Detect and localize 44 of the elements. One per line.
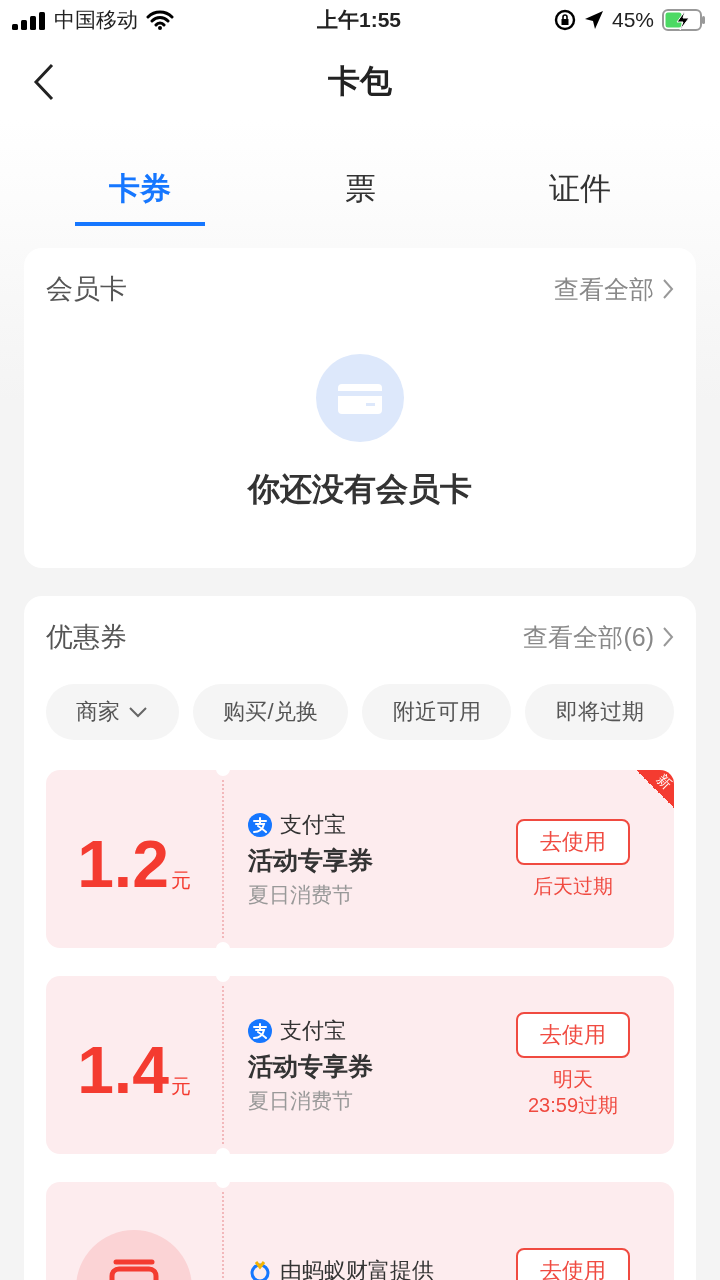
new-badge: 新 [636,770,674,808]
battery-charging-icon [662,9,706,31]
coupon-title: 活动专享券 [248,1050,374,1082]
rotation-lock-icon [553,9,576,31]
tab[interactable]: 卡券 [75,148,205,226]
location-arrow-icon [583,10,604,30]
expiry-text: 后天过期 [533,874,613,899]
provider-logo-icon [248,812,272,837]
provider-logo-icon [248,1259,272,1280]
page-title: 卡包 [328,62,392,101]
currency-unit: 元 [170,1074,191,1099]
section-title: 优惠券 [46,621,127,654]
signal-icon [12,10,46,30]
provider-logo-icon [248,1018,272,1043]
chevron-down-icon [128,706,149,718]
card-icon [316,354,404,442]
coupon-amount: 1.2 [77,826,169,902]
filter-chip[interactable]: 即将过期 [525,684,674,740]
section-title: 会员卡 [46,273,127,306]
tab[interactable]: 票 [295,148,425,226]
view-all-link[interactable]: 查看全部(6) [523,620,674,654]
chevron-right-icon [662,626,674,648]
use-button[interactable]: 去使用 [516,1012,630,1058]
coupon-subtitle: 夏日消费节 [248,881,354,908]
wifi-icon [146,10,174,30]
view-all-link[interactable]: 查看全部 [554,272,674,306]
currency-unit: 元 [170,868,191,893]
filter-chip[interactable]: 商家 [46,684,179,740]
coupon-amount: 1.4 [77,1032,169,1108]
provider-name: 支付宝 [280,1016,346,1045]
chevron-right-icon [662,278,674,300]
filter-chip[interactable]: 附近可用 [362,684,512,740]
expiry-text: 明天 23:59过期 [527,1067,619,1118]
provider-name: 支付宝 [280,810,346,839]
back-icon [33,63,55,101]
filter-chip[interactable]: 购买/兑换 [192,684,349,740]
carrier-name: 中国移动 [54,7,138,33]
empty-message: 你还没有会员卡 [248,470,472,509]
coupon-title: 活动专享券 [248,844,374,876]
status-time: 上午1:55 [317,7,401,33]
coupon-subtitle: 夏日消费节 [248,1087,354,1114]
tab[interactable]: 证件 [515,148,645,226]
battery-percentage: 45% [611,8,654,32]
use-button[interactable]: 去使用 [516,819,630,865]
